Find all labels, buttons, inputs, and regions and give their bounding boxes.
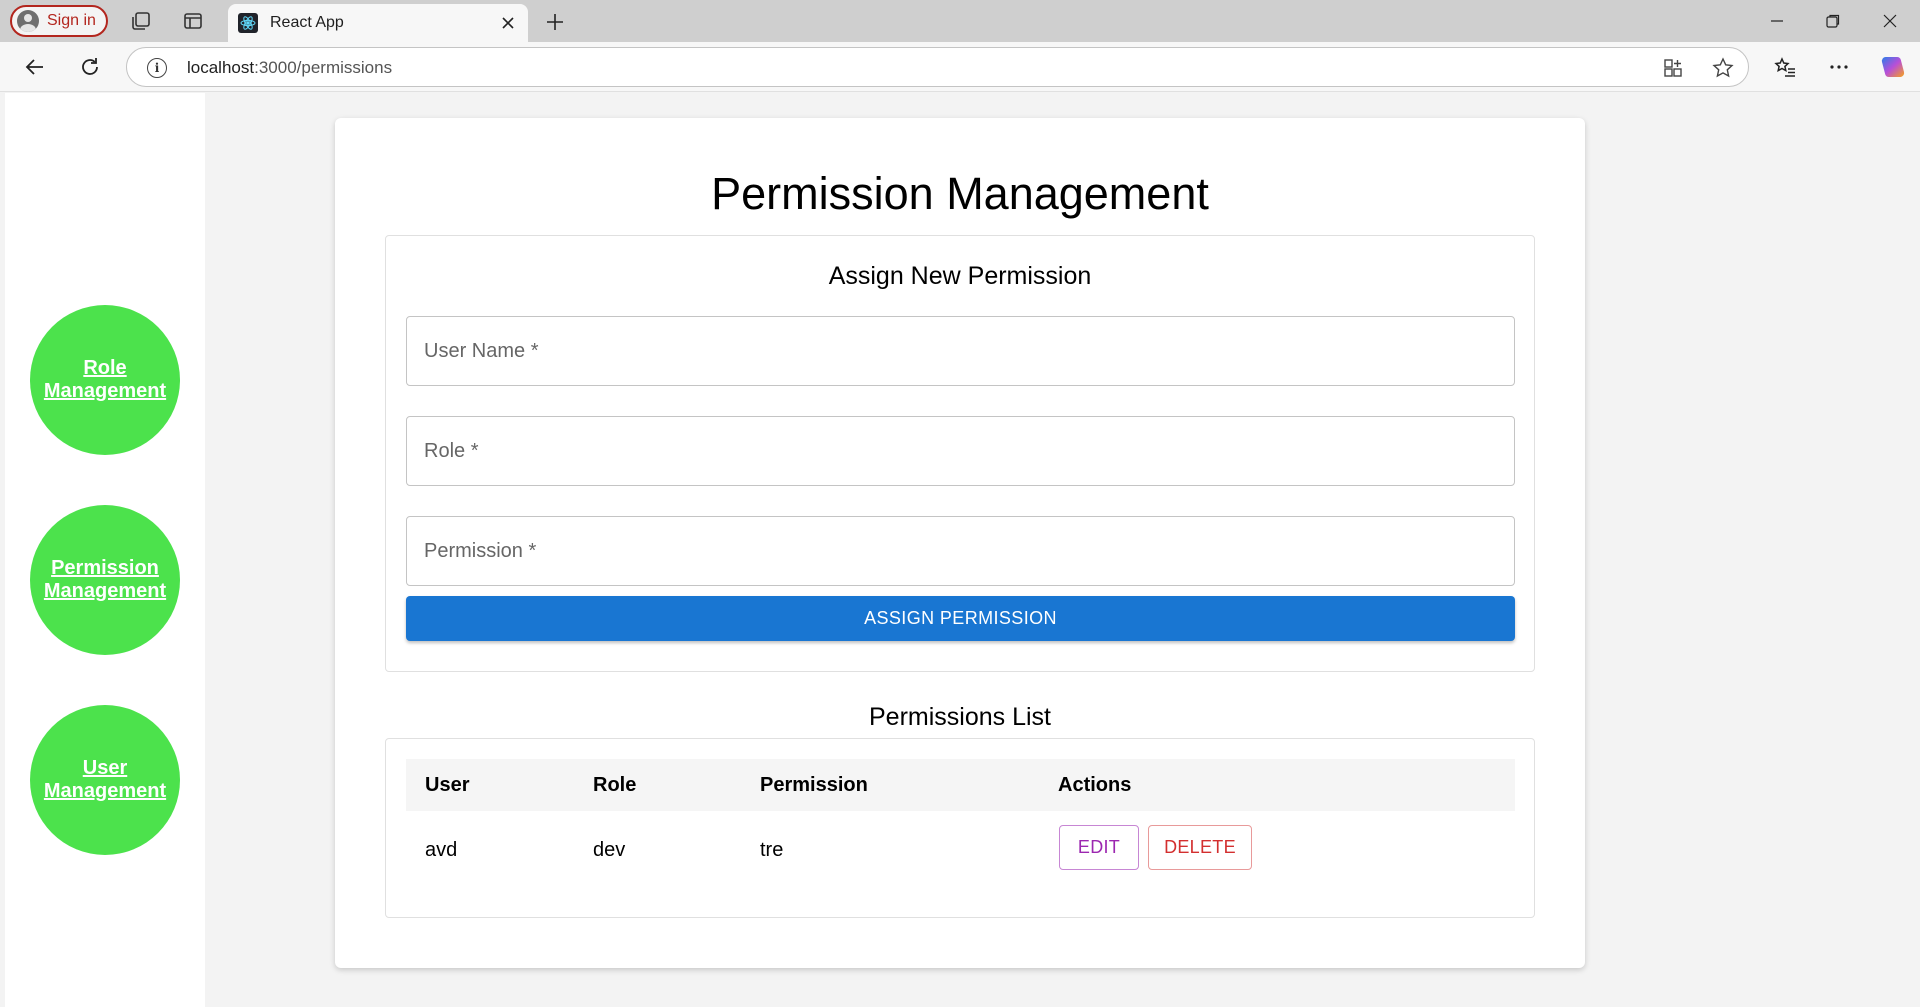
permission-management-link[interactable]: Permission Management [40, 557, 170, 603]
cell-permission: tre [760, 839, 784, 861]
delete-button[interactable]: DELETE [1148, 825, 1252, 870]
tab-close-icon[interactable] [496, 11, 520, 35]
permissions-list-title: Permissions List [869, 703, 1051, 731]
back-icon[interactable] [20, 52, 50, 82]
role-field[interactable] [406, 416, 1515, 486]
cell-role: dev [593, 839, 626, 861]
permissions-table: User Role Permission Actions avd dev tre… [385, 738, 1535, 918]
sidebar-item-user-management[interactable]: User Management [30, 705, 180, 855]
workspaces-icon[interactable] [128, 8, 154, 34]
column-header-user: User [425, 774, 470, 796]
role-input[interactable] [407, 417, 1514, 485]
browser-titlebar: Sign in React App [0, 0, 1920, 42]
sidebar-item-role-management[interactable]: Role Management [30, 305, 180, 455]
more-options-icon[interactable] [1824, 52, 1854, 82]
role-management-link[interactable]: Role Management [40, 357, 170, 403]
assign-permission-form: Assign New Permission ASSIGN PERMISSION [385, 235, 1535, 672]
sidebar-item-permission-management[interactable]: Permission Management [30, 505, 180, 655]
favorites-icon[interactable] [1770, 52, 1800, 82]
column-header-actions: Actions [1058, 774, 1132, 796]
table-header: User Role Permission Actions [406, 759, 1515, 811]
table-row: avd dev tre EDIT DELETE [406, 811, 1515, 887]
restore-icon[interactable] [1813, 6, 1853, 36]
main-card: Permission Management Assign New Permiss… [335, 118, 1585, 968]
url-text: localhost:3000/permissions [187, 58, 393, 77]
edit-button[interactable]: EDIT [1059, 825, 1139, 870]
signin-button[interactable]: Sign in [10, 5, 108, 37]
cell-user: avd [425, 839, 458, 861]
permission-field[interactable] [406, 516, 1515, 586]
permission-input[interactable] [407, 517, 1514, 585]
column-header-permission: Permission [760, 774, 868, 796]
signin-label: Sign in [47, 12, 96, 29]
refresh-icon[interactable] [75, 52, 105, 82]
column-header-role: Role [593, 774, 637, 796]
profile-icon [17, 10, 39, 32]
site-info-icon[interactable]: i [147, 58, 167, 78]
browser-toolbar: i localhost:3000/permissions [0, 42, 1920, 92]
tab-react-app[interactable]: React App [228, 4, 528, 42]
minimize-icon[interactable] [1757, 6, 1797, 36]
assign-permission-button[interactable]: ASSIGN PERMISSION [406, 596, 1515, 641]
app-available-icon[interactable] [1661, 56, 1685, 80]
close-window-icon[interactable] [1870, 6, 1910, 36]
sidebar: Role Management Permission Management User… [5, 93, 205, 1007]
favorite-star-icon[interactable] [1711, 56, 1735, 80]
user-name-input[interactable] [407, 317, 1514, 385]
tab-title: React App [270, 14, 344, 31]
new-tab-icon[interactable] [541, 8, 569, 36]
user-management-link[interactable]: User Management [40, 757, 170, 803]
page-title: Permission Management [711, 168, 1209, 219]
tab-actions-icon[interactable] [180, 8, 206, 34]
user-name-field[interactable] [406, 316, 1515, 386]
form-title: Assign New Permission [828, 262, 1092, 290]
react-icon [238, 13, 258, 33]
copilot-icon[interactable] [1878, 52, 1908, 82]
address-bar[interactable]: i localhost:3000/permissions [126, 47, 1749, 87]
